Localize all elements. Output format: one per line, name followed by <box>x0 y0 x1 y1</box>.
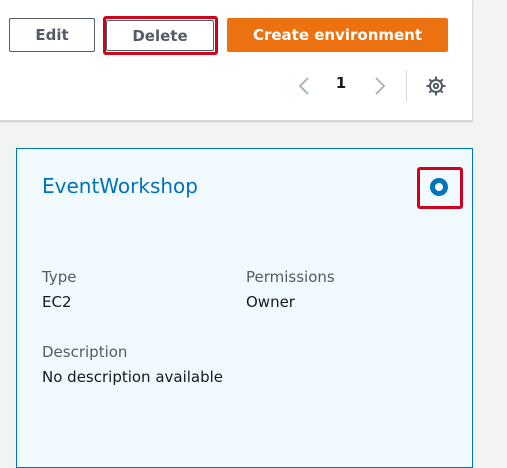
pagination-divider <box>406 70 407 102</box>
chevron-right-icon[interactable] <box>368 72 390 100</box>
chevron-left-icon[interactable] <box>294 72 316 100</box>
permissions-label: Permissions <box>246 268 335 286</box>
radio-highlight <box>417 167 463 209</box>
permissions-value: Owner <box>246 293 295 311</box>
gear-icon[interactable] <box>425 75 447 97</box>
type-value: EC2 <box>42 293 72 311</box>
create-environment-button[interactable]: Create environment <box>227 18 448 52</box>
environment-name-link[interactable]: EventWorkshop <box>42 174 198 198</box>
type-label: Type <box>42 268 77 286</box>
delete-button-highlight <box>103 16 218 55</box>
description-label: Description <box>42 343 128 361</box>
description-value: No description available <box>42 368 224 386</box>
edit-button[interactable]: Edit <box>9 18 95 52</box>
current-page-number[interactable]: 1 <box>331 74 351 92</box>
